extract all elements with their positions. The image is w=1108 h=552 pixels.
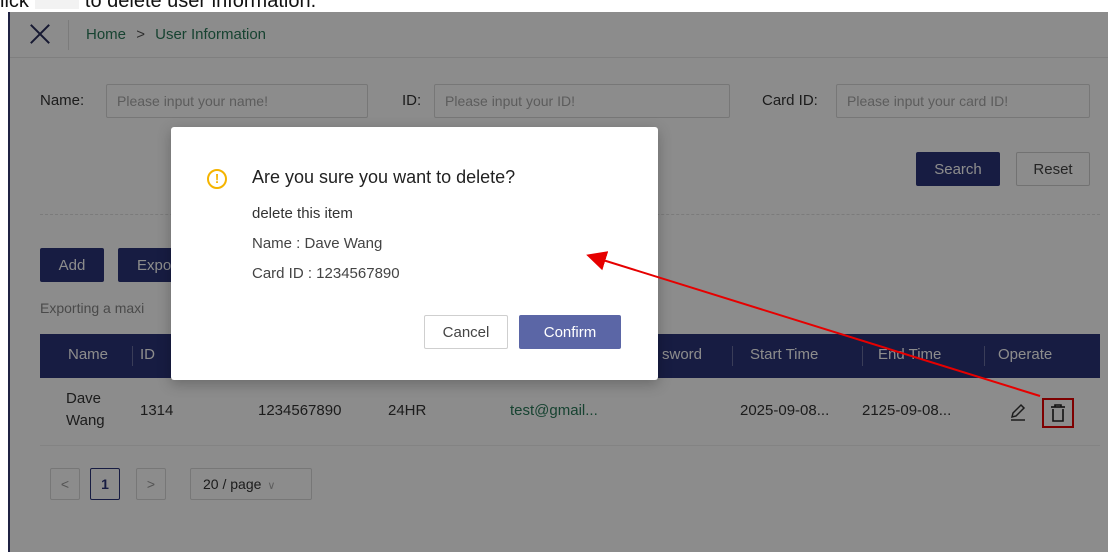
delete-icon-reference [34,0,79,9]
dialog-subtitle: delete this item [252,205,353,222]
warning-icon: ! [207,169,227,189]
confirm-button[interactable]: Confirm [519,315,621,349]
cancel-button[interactable]: Cancel [424,315,508,349]
delete-confirm-dialog: ! Are you sure you want to delete? delet… [171,127,658,380]
instruction-caption: lick to delete user information. [0,0,316,12]
dialog-name-line: Name : Dave Wang [252,235,383,252]
caption-text-after: to delete user information. [84,0,317,12]
dialog-title: Are you sure you want to delete? [252,167,516,187]
dialog-card-line: Card ID : 1234567890 [252,265,400,282]
caption-text-before: lick [0,0,29,12]
